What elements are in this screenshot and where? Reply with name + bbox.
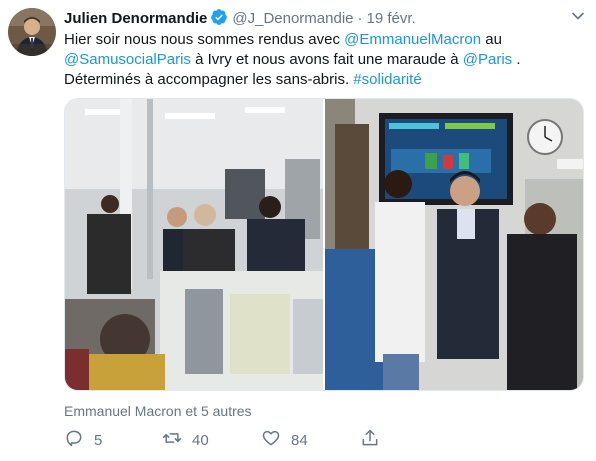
text-part: à Ivry et nous avons fait une maraude à [190,51,463,68]
text-part: Hier soir nous nous sommes rendus avec [64,31,345,48]
photo-left[interactable] [65,99,323,390]
reply-icon [64,428,84,452]
mention-emmanuelmacron[interactable]: @EmmanuelMacron [344,31,481,48]
reply-button[interactable]: 5 [64,428,102,452]
like-count: 84 [291,431,308,449]
mention-paris[interactable]: @Paris [463,51,512,68]
share-icon [360,428,380,452]
author-handle[interactable]: @J_Denormandie [232,10,353,27]
tweet[interactable]: Julien Denormandie @J_Denormandie · 19 févr… [0,0,596,461]
retweet-count: 40 [192,431,209,449]
hashtag-solidarite[interactable]: #solidarité [353,71,421,88]
tweet-text: Hier soir nous nous sommes rendus avec @… [64,30,574,90]
text-part: au [481,31,502,48]
media-grid [64,98,584,391]
avatar[interactable] [8,8,56,56]
tweet-actions: 5 40 84 [64,428,564,452]
like-button[interactable]: 84 [261,428,308,452]
photo-right[interactable] [325,99,583,390]
reply-count: 5 [94,431,103,449]
separator-dot: · [357,10,363,27]
liked-by[interactable]: Emmanuel Macron et 5 autres [64,401,252,421]
share-button[interactable] [360,428,380,452]
retweet-button[interactable]: 40 [162,428,209,452]
caret-down-icon[interactable] [568,6,588,26]
tweet-date[interactable]: 19 févr. [367,10,416,27]
tweet-header: Julien Denormandie @J_Denormandie · 19 févr… [64,8,586,30]
retweet-icon [162,428,182,452]
verified-badge-icon [210,8,228,26]
mention-samusocialparis[interactable]: @SamusocialParis [64,51,191,68]
author-display-name[interactable]: Julien Denormandie [64,10,207,27]
like-icon [261,428,281,452]
